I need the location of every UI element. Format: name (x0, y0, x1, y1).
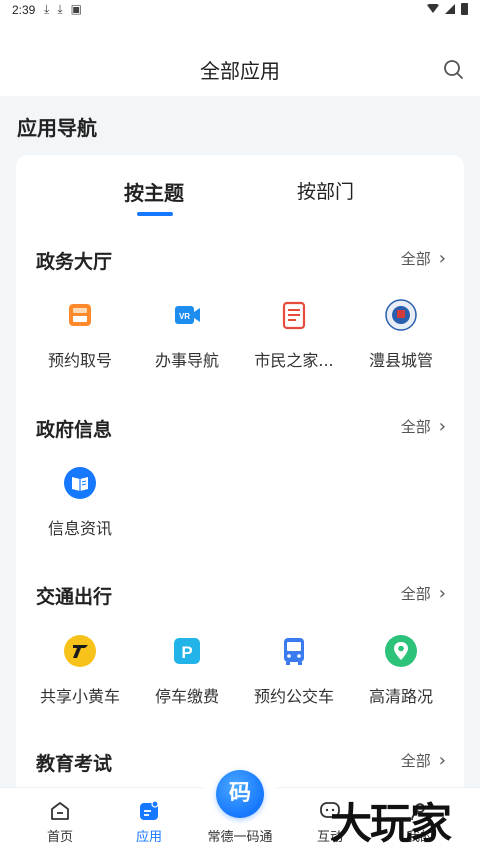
bike-share-icon (64, 635, 96, 667)
download-icon: ⤓ (57, 2, 63, 16)
tab-indicator (137, 212, 173, 216)
chevron-right-icon: › (438, 248, 446, 269)
search-icon[interactable] (442, 58, 464, 80)
emblem-icon (385, 299, 417, 331)
app-bus-booking[interactable]: 预约公交车 (238, 634, 350, 707)
document-icon (282, 301, 306, 330)
download-icon: ⤓ (44, 2, 50, 16)
more-link-education-exams[interactable]: 全部 › (401, 750, 446, 771)
photo-icon: ▣ (70, 2, 82, 16)
nav-apps[interactable]: 应用 (109, 800, 189, 845)
app-citizen-home[interactable]: 市民之家... (238, 298, 350, 371)
status-time: 2:39 (12, 3, 36, 17)
app-label: 预约取号 (47, 351, 112, 370)
more-label: 全部 (400, 752, 431, 770)
nav-label: 应用 (135, 830, 162, 845)
map-pin-icon (385, 635, 417, 667)
app-label: 市民之家... (254, 351, 334, 370)
tab-by-department[interactable]: 按部门 (297, 177, 354, 204)
more-link-government-hall[interactable]: 全部 › (401, 248, 446, 269)
battery-icon (461, 3, 468, 15)
app-parking-payment[interactable]: P 停车缴费 (131, 634, 243, 707)
app-info-news[interactable]: 信息资讯 (24, 466, 136, 539)
qr-code-icon[interactable]: 码 (216, 770, 264, 818)
app-label: 停车缴费 (154, 687, 219, 706)
app-label: 高清路况 (368, 687, 433, 706)
group-title-transportation: 交通出行 (36, 586, 113, 608)
svg-text:P: P (181, 643, 192, 662)
parking-icon: P (174, 638, 200, 664)
app-label: 信息资讯 (47, 519, 112, 538)
app-lixian-urban-management[interactable]: 澧县城管 (345, 298, 457, 371)
chevron-right-icon: › (438, 416, 446, 437)
nav-home[interactable]: 首页 (20, 800, 100, 845)
signal-icon (445, 4, 455, 14)
more-label: 全部 (400, 418, 431, 436)
bus-icon (284, 638, 304, 665)
wifi-icon (427, 4, 439, 13)
more-link-government-info[interactable]: 全部 › (401, 416, 446, 437)
more-link-transportation[interactable]: 全部 › (401, 583, 446, 604)
nav-label: 首页 (46, 830, 73, 845)
tab-bar: 按主题 按部门 (16, 155, 464, 225)
status-bar: 2:39 ⤓ ⤓ ▣ (0, 0, 480, 22)
watermark-logo: 大玩家 (330, 799, 452, 848)
nav-label-changde-code[interactable]: 常德一码通 (196, 826, 284, 845)
app-service-guide[interactable]: VR 办事导航 (131, 298, 243, 371)
app-navigation-card: 按主题 按部门 政务大厅 全部 › 预约取号 VR 办事导航 市民之家... 澧… (16, 155, 464, 795)
header: 全部应用 (0, 22, 480, 96)
more-label: 全部 (400, 585, 431, 603)
app-label: 澧县城管 (368, 351, 433, 370)
group-title-government-hall: 政务大厅 (36, 251, 113, 273)
app-label: 办事导航 (154, 351, 219, 370)
book-icon (64, 467, 96, 499)
svg-text:VR: VR (179, 312, 190, 321)
page-title: 全部应用 (200, 59, 280, 83)
app-hd-traffic[interactable]: 高清路况 (345, 634, 457, 707)
app-label: 预约公交车 (253, 687, 334, 706)
chevron-right-icon: › (438, 583, 446, 604)
ticket-icon (69, 304, 91, 326)
tab-by-topic[interactable]: 按主题 (124, 177, 184, 206)
more-label: 全部 (400, 250, 431, 268)
app-appointment-ticket[interactable]: 预约取号 (24, 298, 136, 371)
chevron-right-icon: › (438, 750, 446, 771)
app-shared-yellow-bike[interactable]: 共享小黄车 (24, 634, 136, 707)
apps-icon (140, 800, 159, 820)
group-title-government-info: 政府信息 (36, 419, 113, 441)
section-title: 应用导航 (17, 116, 97, 140)
vr-camera-icon: VR (175, 306, 200, 324)
group-title-education-exams: 教育考试 (36, 753, 113, 775)
app-label: 共享小黄车 (39, 687, 120, 706)
home-icon (51, 802, 69, 820)
